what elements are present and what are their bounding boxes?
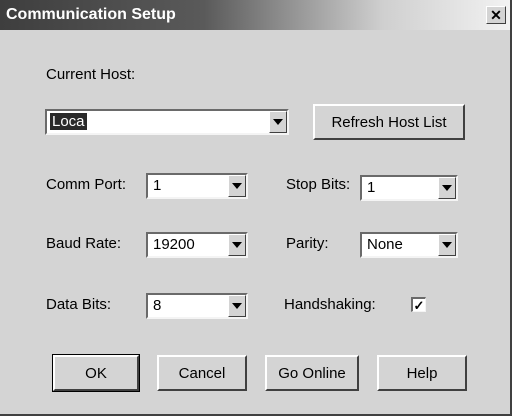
handshaking-checkbox[interactable]: ✓ (411, 297, 426, 312)
go-online-button[interactable]: Go Online (265, 355, 359, 391)
chevron-down-icon (442, 185, 452, 191)
ok-button[interactable]: OK (52, 354, 140, 392)
baud-rate-dropdown-button[interactable] (228, 234, 246, 256)
stop-bits-value: 1 (367, 179, 376, 196)
cancel-button-label: Cancel (178, 364, 226, 382)
parity-dropdown-button[interactable] (438, 234, 456, 256)
data-bits-label: Data Bits: (46, 296, 112, 313)
stop-bits-dropdown[interactable]: 1 (360, 175, 458, 201)
title-bar: Communication Setup ✕ (0, 0, 510, 30)
data-bits-dropdown-button[interactable] (228, 295, 246, 317)
stop-bits-dropdown-button[interactable] (438, 177, 456, 199)
close-icon: ✕ (490, 7, 502, 23)
baud-rate-dropdown[interactable]: 19200 (146, 232, 248, 258)
communication-setup-dialog: Communication Setup ✕ Current Host: Loca… (0, 0, 512, 416)
parity-dropdown[interactable]: None (360, 232, 458, 258)
checkmark-icon: ✓ (413, 297, 425, 313)
parity-value: None (367, 236, 403, 253)
ok-button-label: OK (85, 364, 107, 382)
window-title: Communication Setup (6, 6, 176, 23)
data-bits-dropdown[interactable]: 8 (146, 293, 248, 319)
comm-port-value: 1 (153, 177, 162, 194)
current-host-dropdown[interactable]: Loca (45, 109, 289, 135)
refresh-host-list-label: Refresh Host List (331, 113, 447, 131)
comm-port-label: Comm Port: (46, 176, 127, 193)
help-button[interactable]: Help (377, 355, 467, 391)
stop-bits-label: Stop Bits: (286, 176, 351, 193)
comm-port-dropdown-button[interactable] (228, 175, 246, 197)
handshaking-label: Handshaking: (284, 296, 376, 313)
close-button[interactable]: ✕ (486, 6, 506, 24)
baud-rate-label: Baud Rate: (46, 235, 122, 252)
chevron-down-icon (232, 242, 242, 248)
go-online-button-label: Go Online (278, 364, 346, 382)
chevron-down-icon (442, 242, 452, 248)
chevron-down-icon (232, 183, 242, 189)
chevron-down-icon (273, 119, 283, 125)
refresh-host-list-button[interactable]: Refresh Host List (313, 104, 465, 140)
data-bits-value: 8 (153, 297, 162, 314)
help-button-label: Help (406, 364, 438, 382)
current-host-dropdown-button[interactable] (269, 111, 287, 133)
comm-port-dropdown[interactable]: 1 (146, 173, 248, 199)
cancel-button[interactable]: Cancel (157, 355, 247, 391)
current-host-value: Loca (50, 113, 87, 130)
parity-label: Parity: (286, 235, 329, 252)
current-host-label: Current Host: (46, 66, 136, 83)
chevron-down-icon (232, 303, 242, 309)
baud-rate-value: 19200 (153, 236, 195, 253)
